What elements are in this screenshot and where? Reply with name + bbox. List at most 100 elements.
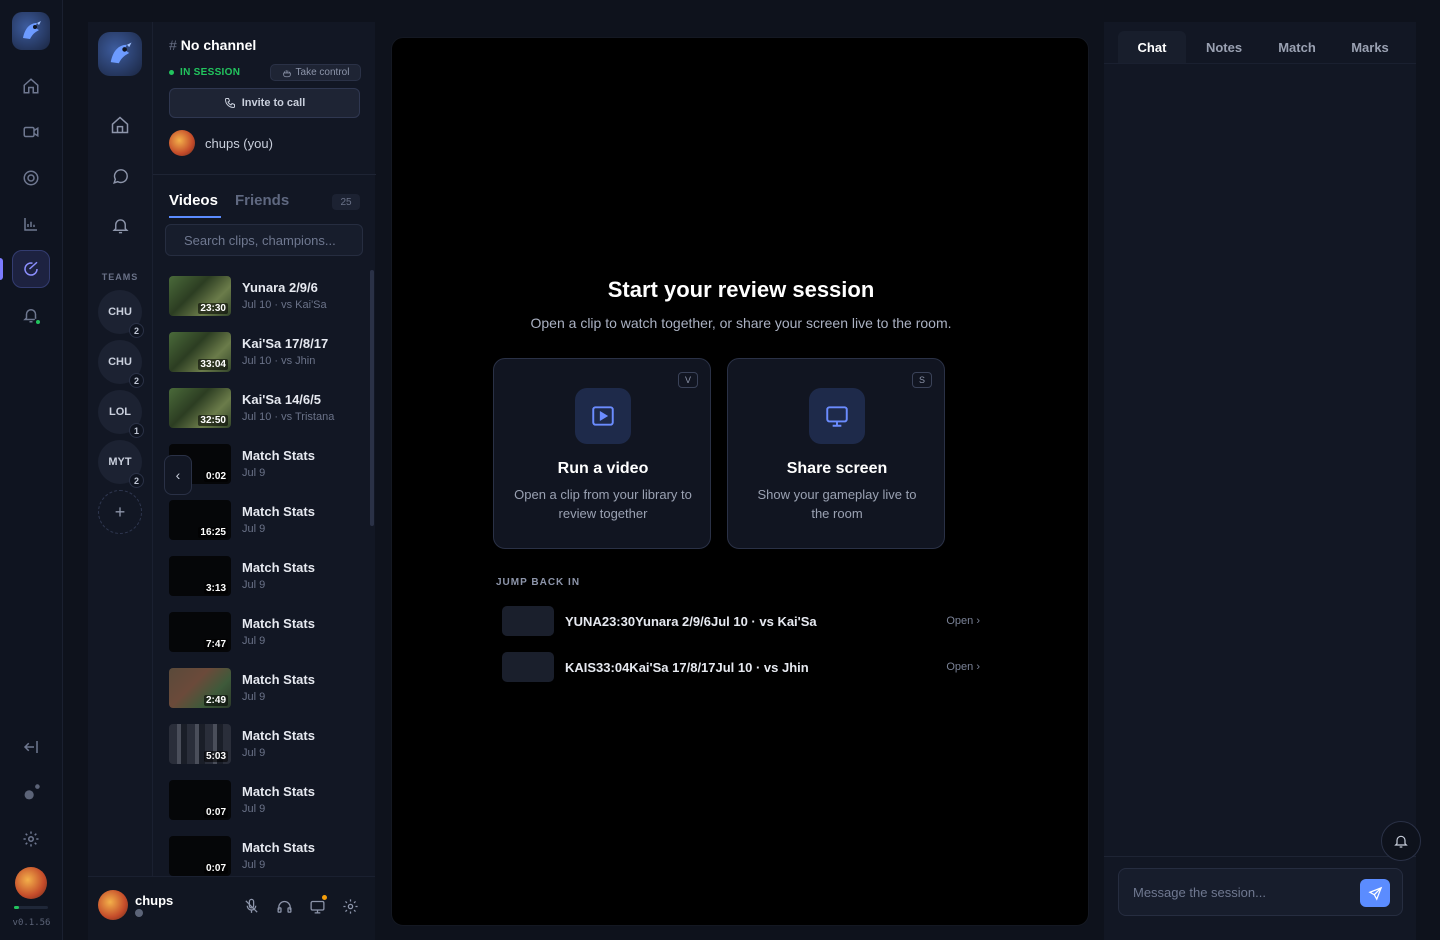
monitor-icon bbox=[809, 388, 865, 444]
hand-icon bbox=[282, 69, 291, 77]
tab-chat[interactable]: Chat bbox=[1118, 31, 1186, 63]
recent-clip-thumbnail bbox=[502, 652, 554, 682]
search-input[interactable] bbox=[165, 224, 363, 256]
video-item[interactable]: 5:03 Match Stats Jul 9 bbox=[169, 724, 364, 766]
take-control-button[interactable]: Take control bbox=[270, 64, 361, 81]
video-thumbnail: 5:03 bbox=[169, 724, 231, 764]
tabs-divider bbox=[1104, 63, 1416, 64]
notification-bell-button[interactable] bbox=[1381, 821, 1421, 861]
notification-icon[interactable] bbox=[12, 296, 50, 334]
video-item[interactable]: 0:07 Match Stats Jul 9 bbox=[169, 780, 364, 822]
tab-videos[interactable]: Videos bbox=[169, 192, 221, 218]
recent-clip-row[interactable]: KAIS33:04Kai'Sa 17/8/17Jul 10 · vs Jhin … bbox=[502, 652, 980, 684]
open-link[interactable]: Open › bbox=[946, 615, 980, 627]
mic-off-icon[interactable] bbox=[240, 895, 262, 917]
video-item[interactable]: 23:30 Yunara 2/9/6 Jul 10 · vs Kai'Sa bbox=[169, 276, 364, 318]
video-duration: 16:25 bbox=[198, 527, 228, 538]
video-subtitle: Jul 10 · vs Kai'Sa bbox=[242, 299, 327, 311]
card-title: Run a video bbox=[557, 460, 649, 477]
team-chu-1[interactable]: CHU 2 bbox=[98, 290, 144, 338]
video-duration: 7:47 bbox=[203, 639, 228, 650]
team-name: CHU bbox=[108, 306, 132, 318]
add-team-button[interactable]: + bbox=[98, 490, 142, 534]
review-session-icon[interactable] bbox=[12, 250, 50, 288]
bell-icon bbox=[1394, 835, 1408, 848]
invite-to-call-button[interactable]: Invite to call bbox=[169, 88, 360, 118]
run-video-card[interactable]: V Run a video Open a clip from your libr… bbox=[493, 358, 711, 549]
video-title: Match Stats bbox=[242, 560, 315, 575]
video-duration: 3:13 bbox=[203, 583, 228, 594]
team-myt[interactable]: MYT 2 bbox=[98, 440, 144, 488]
app-logo-icon[interactable] bbox=[12, 12, 50, 50]
status-dot-icon[interactable] bbox=[12, 774, 50, 812]
jump-back-label: JUMP BACK IN bbox=[496, 577, 581, 588]
invite-label: Invite to call bbox=[241, 97, 306, 109]
user-status-icon bbox=[135, 909, 143, 917]
tab-match[interactable]: Match bbox=[1262, 31, 1332, 63]
headphones-icon[interactable] bbox=[273, 895, 295, 917]
home-icon[interactable] bbox=[12, 67, 50, 105]
video-subtitle: Jul 9 bbox=[242, 747, 266, 759]
video-count-badge: 25 bbox=[332, 194, 360, 210]
bell-icon[interactable] bbox=[100, 205, 140, 245]
settings-icon[interactable] bbox=[339, 895, 361, 917]
composer-divider bbox=[1104, 856, 1416, 857]
video-duration: 33:04 bbox=[198, 359, 228, 370]
video-title: Match Stats bbox=[242, 672, 315, 687]
recent-clip-row[interactable]: YUNA23:30Yunara 2/9/6Jul 10 · vs Kai'Sa … bbox=[502, 606, 980, 638]
video-thumbnail: 0:07 bbox=[169, 780, 231, 820]
video-title: Yunara 2/9/6 bbox=[242, 280, 318, 295]
team-name: CHU bbox=[108, 356, 132, 368]
video-item[interactable]: 7:47 Match Stats Jul 9 bbox=[169, 612, 364, 654]
video-item[interactable]: 3:13 Match Stats Jul 9 bbox=[169, 556, 364, 598]
video-thumbnail: 16:25 bbox=[169, 500, 231, 540]
collapse-panel-button[interactable]: ‹ bbox=[164, 455, 192, 495]
bar-chart-icon[interactable] bbox=[12, 205, 50, 243]
rail-avatar[interactable] bbox=[15, 867, 47, 899]
screen-share-icon[interactable] bbox=[306, 895, 328, 917]
hash-icon: # bbox=[169, 37, 177, 53]
team-chu-2[interactable]: CHU 2 bbox=[98, 340, 144, 388]
team-name: MYT bbox=[108, 456, 132, 468]
send-button[interactable] bbox=[1360, 879, 1390, 907]
video-item[interactable]: 16:25 Match Stats Jul 9 bbox=[169, 500, 364, 542]
target-icon[interactable] bbox=[12, 159, 50, 197]
tab-friends[interactable]: Friends bbox=[235, 192, 289, 209]
user-bar: chups bbox=[88, 876, 375, 940]
participant-row[interactable]: chups (you) bbox=[169, 130, 273, 156]
workspace-logo-icon[interactable] bbox=[98, 32, 142, 76]
logout-icon[interactable] bbox=[12, 728, 50, 766]
user-avatar[interactable] bbox=[98, 890, 128, 920]
card-title: Share screen bbox=[786, 460, 888, 477]
video-item[interactable]: 33:04 Kai'Sa 17/8/17 Jul 10 · vs Jhin bbox=[169, 332, 364, 374]
settings-icon[interactable] bbox=[12, 820, 50, 858]
video-list-scrollbar[interactable] bbox=[370, 270, 374, 526]
home-icon[interactable] bbox=[100, 105, 140, 145]
video-item[interactable]: 2:49 Match Stats Jul 9 bbox=[169, 668, 364, 710]
video-item[interactable]: 0:02 Match Stats Jul 9 bbox=[169, 444, 364, 486]
play-video-icon bbox=[575, 388, 631, 444]
divider bbox=[153, 174, 376, 175]
tab-marks[interactable]: Marks bbox=[1336, 31, 1404, 63]
channel-title: # No channel bbox=[169, 37, 256, 53]
send-icon bbox=[1367, 886, 1382, 901]
open-link[interactable]: Open › bbox=[946, 661, 980, 673]
video-thumbnail: 23:30 bbox=[169, 276, 231, 316]
message-input[interactable] bbox=[1119, 869, 1359, 915]
chat-icon[interactable] bbox=[100, 156, 140, 196]
video-item[interactable]: 0:07 Match Stats Jul 9 bbox=[169, 836, 364, 878]
online-dot bbox=[34, 318, 42, 326]
share-screen-card[interactable]: S Share screen Show your gameplay live t… bbox=[727, 358, 945, 549]
tab-notes[interactable]: Notes bbox=[1190, 31, 1258, 63]
video-title: Kai'Sa 14/6/5 bbox=[242, 392, 321, 407]
team-lol[interactable]: LOL 1 bbox=[98, 390, 144, 438]
video-title: Kai'Sa 17/8/17 bbox=[242, 336, 329, 351]
session-status-text: IN SESSION bbox=[180, 67, 241, 78]
video-duration: 5:03 bbox=[203, 751, 228, 762]
video-subtitle: Jul 9 bbox=[242, 803, 266, 815]
active-indicator bbox=[0, 258, 3, 280]
review-stage: Start your review session Open a clip to… bbox=[391, 37, 1089, 926]
video-duration: 2:49 bbox=[203, 695, 228, 706]
video-item[interactable]: 32:50 Kai'Sa 14/6/5 Jul 10 · vs Tristana bbox=[169, 388, 364, 430]
video-icon[interactable] bbox=[12, 113, 50, 151]
